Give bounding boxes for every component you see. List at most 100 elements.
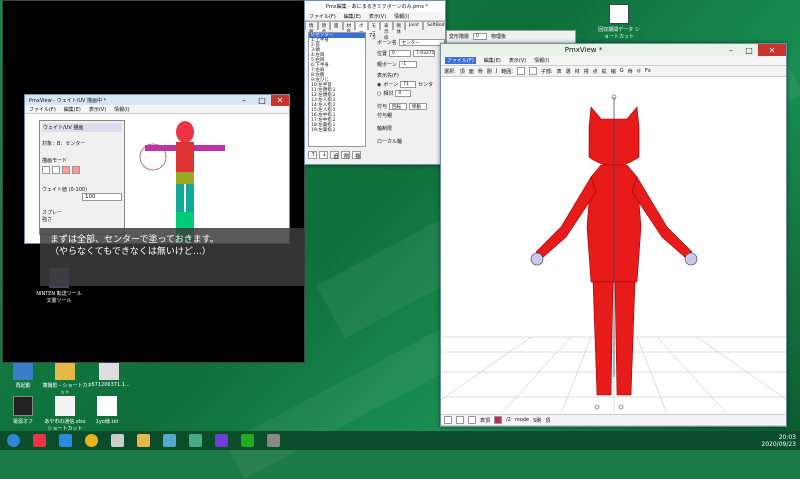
- mode-button-3[interactable]: [62, 166, 70, 174]
- bottom-label-3[interactable]: S刷: [533, 417, 541, 424]
- tab-joint[interactable]: Joint: [405, 21, 423, 30]
- radio-offset[interactable]: ○: [377, 91, 381, 97]
- tab-face[interactable]: 面: [330, 21, 343, 30]
- mode-button-1[interactable]: [42, 166, 50, 174]
- menu-edit[interactable]: 編集(E): [484, 57, 501, 64]
- desktop-icon-poweroff[interactable]: 電源オフ: [0, 396, 46, 425]
- menu-view[interactable]: 表示(V): [369, 13, 386, 20]
- menu-info[interactable]: 情報(I): [394, 13, 409, 20]
- toolbar-t4[interactable]: 視: [584, 68, 589, 75]
- grant-rotate-checkbox[interactable]: 回転: [389, 103, 408, 110]
- copy-button[interactable]: 複: [352, 151, 361, 160]
- add-button[interactable]: 追: [330, 151, 339, 160]
- desktop-icon-text[interactable]: 1yo様.txt: [84, 396, 130, 425]
- pmx-editor-window[interactable]: Pmx編集 - あにまるきミクボーンのみ.pmx * ファイル(F) 編集(E)…: [304, 0, 446, 165]
- menu-view[interactable]: 表示(V): [509, 57, 526, 64]
- grant-move-checkbox[interactable]: 移動: [409, 103, 428, 110]
- taskbar-ie[interactable]: [54, 432, 76, 449]
- taskbar-app8[interactable]: [210, 432, 232, 449]
- toolbar-t9[interactable]: 骨: [628, 68, 633, 75]
- menu-file[interactable]: ファイル(F): [29, 106, 56, 113]
- mode-button-4[interactable]: [72, 166, 80, 174]
- delete-button[interactable]: 削: [341, 151, 350, 160]
- move-down-button[interactable]: ↓: [319, 151, 328, 159]
- toolbar-t5[interactable]: 点: [593, 68, 598, 75]
- toolbar-rigid[interactable]: 剛: [487, 68, 492, 75]
- tab-softbody[interactable]: SoftBody: [422, 21, 445, 30]
- menu-file[interactable]: ファイル(F): [445, 57, 476, 64]
- range-square-icon[interactable]: [516, 67, 525, 75]
- mode-button-2[interactable]: [52, 166, 60, 174]
- bottom-label-2[interactable]: /2: [506, 417, 511, 423]
- toolbar-joint[interactable]: J: [496, 68, 497, 74]
- menu-view[interactable]: 表示(V): [89, 106, 106, 113]
- menu-edit[interactable]: 編集(E): [64, 106, 81, 113]
- tab-display[interactable]: 表示枠: [380, 21, 393, 41]
- menu-file[interactable]: ファイル(F): [309, 13, 336, 20]
- local-axis-checkbox[interactable]: ローカル軸: [377, 138, 445, 145]
- toolbar-t1[interactable]: 表: [557, 68, 562, 75]
- tab-bone[interactable]: ボーン: [355, 21, 368, 41]
- menu-edit[interactable]: 編集(E): [344, 13, 361, 20]
- globe-icon[interactable]: ◍: [637, 68, 641, 74]
- bottom-icon-3[interactable]: [468, 416, 476, 424]
- clock-date[interactable]: 2020/09/23: [761, 441, 796, 448]
- taskbar-app9[interactable]: [236, 432, 258, 449]
- tab-rigidbody[interactable]: 剛体: [392, 21, 405, 35]
- radio-bone-field[interactable]: 71: [400, 81, 417, 88]
- close-button[interactable]: ✕: [758, 44, 786, 56]
- taskbar-app10[interactable]: [262, 432, 284, 449]
- desktop-icon-shortcut[interactable]: 回収期間データ ショートカット: [596, 4, 642, 40]
- toolbar-t6[interactable]: 拡: [602, 68, 607, 75]
- desktop-icon-shortcut2[interactable]: 壊撮影 - ショートカット: [42, 360, 88, 396]
- toolbar-t8[interactable]: G: [620, 68, 624, 74]
- bone-list[interactable]: 0:センター 1:上半身 2:首 3:頭 4:左目 5:右目 6:下半身 7:左…: [308, 32, 366, 147]
- weight-uv-window[interactable]: PmxView - ウェイト/UV 描画中 * – □ ✕ ファイル(F) 編集…: [24, 94, 290, 244]
- start-button[interactable]: [2, 432, 24, 449]
- taskbar-app6[interactable]: [158, 432, 180, 449]
- color-swatch[interactable]: [494, 416, 503, 424]
- maximize-button[interactable]: □: [253, 95, 271, 106]
- viewport[interactable]: ウェイト/UV 描画 対象：B：センター 描画モード ウェイト値 (0-100)…: [25, 114, 289, 243]
- 3d-viewport[interactable]: [441, 77, 786, 414]
- toolbar-fx[interactable]: Fx: [645, 68, 651, 74]
- parent-bone-field[interactable]: -1: [398, 61, 417, 68]
- titlebar[interactable]: PmxView - ウェイト/UV 描画中 * – □ ✕: [25, 95, 289, 106]
- position-x-field[interactable]: 7.93275: [413, 50, 436, 57]
- titlebar[interactable]: Pmx編集 - あにまるきミクボーンのみ.pmx *: [305, 1, 445, 12]
- axis-fixed-checkbox[interactable]: 軸制限: [377, 125, 445, 132]
- bone-name-field[interactable]: センター: [398, 39, 445, 46]
- weight-value-field[interactable]: 100: [82, 193, 122, 201]
- toolbar-t3[interactable]: 材: [575, 68, 580, 75]
- bottom-icon-2[interactable]: [456, 416, 464, 424]
- radio-bone[interactable]: ◉: [377, 82, 381, 88]
- bottom-label-mode[interactable]: mode: [515, 417, 529, 423]
- desktop-icon-excel[interactable]: あや市の通信.xlsx ショートカット: [42, 396, 88, 432]
- toolbar-face[interactable]: 面: [469, 68, 474, 75]
- move-up-button[interactable]: ↑: [308, 151, 317, 159]
- pmxview-window[interactable]: PmxView * – □ ✕ ファイル(F) 編集(E) 表示(V) 情報(I…: [440, 43, 787, 427]
- deform-layer-field[interactable]: 0: [473, 33, 488, 40]
- position-y-field[interactable]: 0: [389, 50, 412, 57]
- close-button[interactable]: ✕: [271, 95, 289, 106]
- desktop-icon-restart[interactable]: 再起動: [0, 360, 46, 389]
- taskbar-app4[interactable]: [106, 432, 128, 449]
- bottom-label-1[interactable]: 表頂: [480, 417, 490, 424]
- range-circle-icon[interactable]: [528, 67, 537, 75]
- minimize-button[interactable]: –: [722, 44, 740, 56]
- taskbar-chrome[interactable]: [80, 432, 102, 449]
- list-item[interactable]: 19:左薬指２: [309, 128, 365, 133]
- maximize-button[interactable]: □: [740, 44, 758, 56]
- tab-material[interactable]: 材質: [342, 21, 355, 35]
- radio-offset-field[interactable]: 0: [395, 90, 412, 97]
- toolbar-vertex[interactable]: 頂: [460, 68, 465, 75]
- clock-time[interactable]: 20:03: [761, 434, 796, 441]
- taskbar-app7[interactable]: [184, 432, 206, 449]
- minimize-button[interactable]: –: [235, 95, 253, 106]
- tab-morph[interactable]: モーフ: [367, 21, 380, 41]
- taskbar-media[interactable]: [28, 432, 50, 449]
- desktop-icon-image[interactable]: p571206371.1...: [86, 360, 132, 388]
- bottom-label-4[interactable]: 頂: [545, 417, 550, 424]
- toolbar-t7[interactable]: 縮: [611, 68, 616, 75]
- bottom-icon-1[interactable]: [444, 416, 452, 424]
